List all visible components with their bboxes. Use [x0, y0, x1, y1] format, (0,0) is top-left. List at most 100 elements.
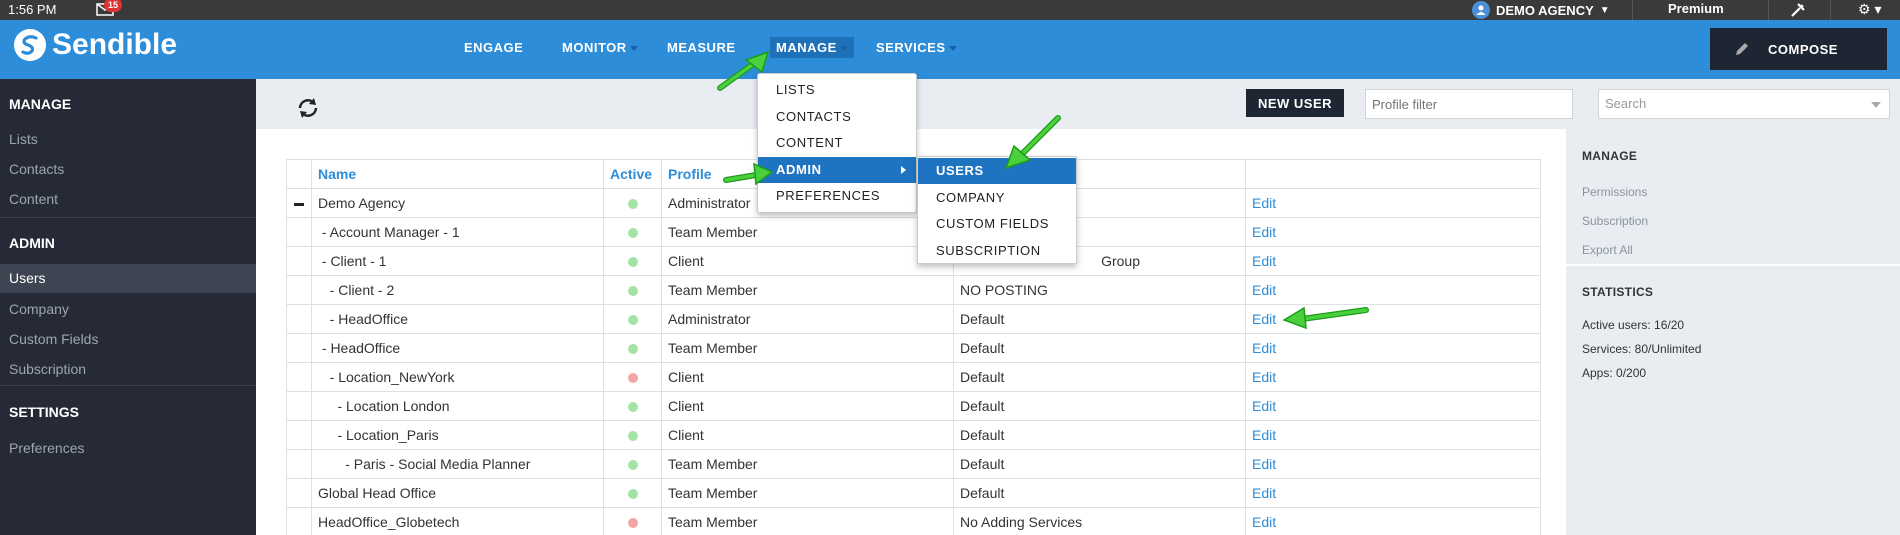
nav-engage[interactable]: ENGAGE: [464, 40, 523, 55]
cell-name: Global Head Office: [311, 478, 604, 508]
caret-down-icon: [629, 46, 638, 52]
row-control[interactable]: [286, 188, 312, 218]
link-subscription[interactable]: Subscription: [1582, 214, 1648, 228]
caret-down-icon: [948, 46, 957, 52]
cell-profile: Team Member: [661, 217, 954, 247]
edit-link[interactable]: Edit: [1245, 449, 1541, 479]
menu-item-label: CONTENT: [776, 135, 844, 150]
table-row[interactable]: - Paris - Social Media Planner Team Membe…: [286, 449, 1541, 479]
collapse-icon[interactable]: [294, 202, 304, 206]
cell-group: Default: [953, 449, 1246, 479]
sidebar-item-contacts[interactable]: Contacts: [9, 161, 64, 177]
cell-profile: Team Member: [661, 275, 954, 305]
submenu-item-label: COMPANY: [936, 189, 1005, 205]
link-export-all[interactable]: Export All: [1582, 243, 1633, 257]
row-control: [286, 275, 312, 305]
table-row[interactable]: - Account Manager - 1 Team Member Edit: [286, 217, 1541, 247]
refresh-icon[interactable]: [296, 96, 320, 120]
divider: [1768, 0, 1769, 20]
edit-link[interactable]: Edit: [1245, 362, 1541, 392]
status-dot-icon: [627, 315, 638, 326]
submenu-item-subscription[interactable]: SUBSCRIPTION: [918, 238, 1076, 264]
row-control: [286, 449, 312, 479]
edit-link[interactable]: Edit: [1245, 217, 1541, 247]
sidebar-item-lists[interactable]: Lists: [9, 131, 38, 147]
submenu-item-label: CUSTOM FIELDS: [936, 216, 1050, 231]
sidebar-item-company[interactable]: Company: [9, 301, 69, 317]
menu-item-lists[interactable]: LISTS: [758, 77, 916, 103]
nav-monitor[interactable]: MONITOR: [562, 40, 638, 55]
sidebar-item-users[interactable]: Users: [9, 270, 46, 286]
divider: [1632, 0, 1633, 20]
menu-item-label: PREFERENCES: [776, 188, 881, 203]
header-name[interactable]: Name: [311, 159, 604, 189]
header-active[interactable]: Active: [603, 159, 662, 189]
nav-manage[interactable]: MANAGE: [770, 37, 854, 58]
edit-link[interactable]: Edit: [1245, 246, 1541, 276]
sidebar-item-subscription[interactable]: Subscription: [9, 361, 86, 377]
edit-link[interactable]: Edit: [1245, 478, 1541, 508]
cell-group: Default: [953, 362, 1246, 392]
cell-name: - Location London: [311, 391, 604, 421]
profile-filter-input[interactable]: [1365, 89, 1573, 119]
sidebar-item-content[interactable]: Content: [9, 191, 58, 207]
compose-label: COMPOSE: [1768, 41, 1838, 57]
search-select[interactable]: Search: [1598, 89, 1890, 119]
status-dot-icon: [627, 373, 638, 384]
cell-active: [603, 275, 662, 305]
annotation-arrow-icon: [723, 162, 774, 186]
cell-group: NO POSTING: [953, 275, 1246, 305]
cell-name: - HeadOffice: [311, 333, 604, 363]
account-name: DEMO AGENCY: [1496, 2, 1594, 18]
submenu-item-custom-fields[interactable]: CUSTOM FIELDS: [918, 211, 1076, 237]
cell-active: [603, 188, 662, 218]
right-panel-heading-manage: MANAGE: [1582, 149, 1638, 163]
menu-item-preferences[interactable]: PREFERENCES: [758, 183, 916, 209]
menu-item-content[interactable]: CONTENT: [758, 130, 916, 156]
account-menu[interactable]: DEMO AGENCY ▼: [1472, 1, 1610, 19]
cell-group: Default: [953, 478, 1246, 508]
tools-icon[interactable]: [1790, 2, 1806, 18]
gear-icon[interactable]: ⚙ ▾: [1858, 1, 1881, 18]
status-dot-icon: [627, 460, 638, 471]
new-user-button[interactable]: NEW USER: [1246, 89, 1344, 117]
cell-active: [603, 246, 662, 276]
sidebar-item-preferences[interactable]: Preferences: [9, 440, 84, 456]
compose-button[interactable]: COMPOSE: [1710, 28, 1887, 70]
sidebar-divider: [0, 217, 256, 218]
table-row[interactable]: - Location_NewYork Client Default Edit: [286, 362, 1541, 392]
nav-monitor-label: MONITOR: [562, 40, 627, 55]
status-dot-icon: [627, 344, 638, 355]
logo[interactable]: Sendible: [14, 28, 177, 62]
table-row[interactable]: - Location_Paris Client Default Edit: [286, 420, 1541, 450]
edit-link[interactable]: Edit: [1245, 507, 1541, 535]
status-dot-icon: [627, 489, 638, 500]
status-dot-icon: [627, 199, 638, 210]
cell-group: No Adding Services: [953, 507, 1246, 535]
chevron-down-icon: [1871, 102, 1881, 108]
menu-item-contacts[interactable]: CONTACTS: [758, 104, 916, 130]
table-row[interactable]: - HeadOffice Team Member Default Edit: [286, 333, 1541, 363]
edit-link[interactable]: Edit: [1245, 420, 1541, 450]
table-row[interactable]: - Client - 1 Client Group Edit: [286, 246, 1541, 276]
status-dot-icon: [627, 286, 638, 297]
submenu-item-company[interactable]: COMPANY: [918, 185, 1076, 211]
cell-group: Default: [953, 333, 1246, 363]
table-row[interactable]: Global Head Office Team Member Default Edit: [286, 478, 1541, 508]
edit-link[interactable]: Edit: [1245, 188, 1541, 218]
edit-link[interactable]: Edit: [1245, 333, 1541, 363]
cell-name: - HeadOffice: [311, 304, 604, 334]
edit-link[interactable]: Edit: [1245, 391, 1541, 421]
link-permissions[interactable]: Permissions: [1582, 185, 1647, 199]
cell-group: Default: [953, 391, 1246, 421]
menu-item-admin[interactable]: ADMIN: [758, 156, 916, 183]
cell-active: [603, 478, 662, 508]
table-row[interactable]: HeadOffice_Globetech Team Member No Adding…: [286, 507, 1541, 535]
nav-services[interactable]: SERVICES: [876, 40, 957, 55]
manage-dropdown-menu: LISTS CONTACTS CONTENT ADMIN PREFERENCES: [757, 73, 917, 213]
pencil-icon: [1736, 43, 1748, 55]
nav-manage-label: MANAGE: [776, 40, 837, 55]
cell-profile: Team Member: [661, 333, 954, 363]
sidebar-item-custom-fields[interactable]: Custom Fields: [9, 331, 98, 347]
table-row[interactable]: - Location London Client Default Edit: [286, 391, 1541, 421]
